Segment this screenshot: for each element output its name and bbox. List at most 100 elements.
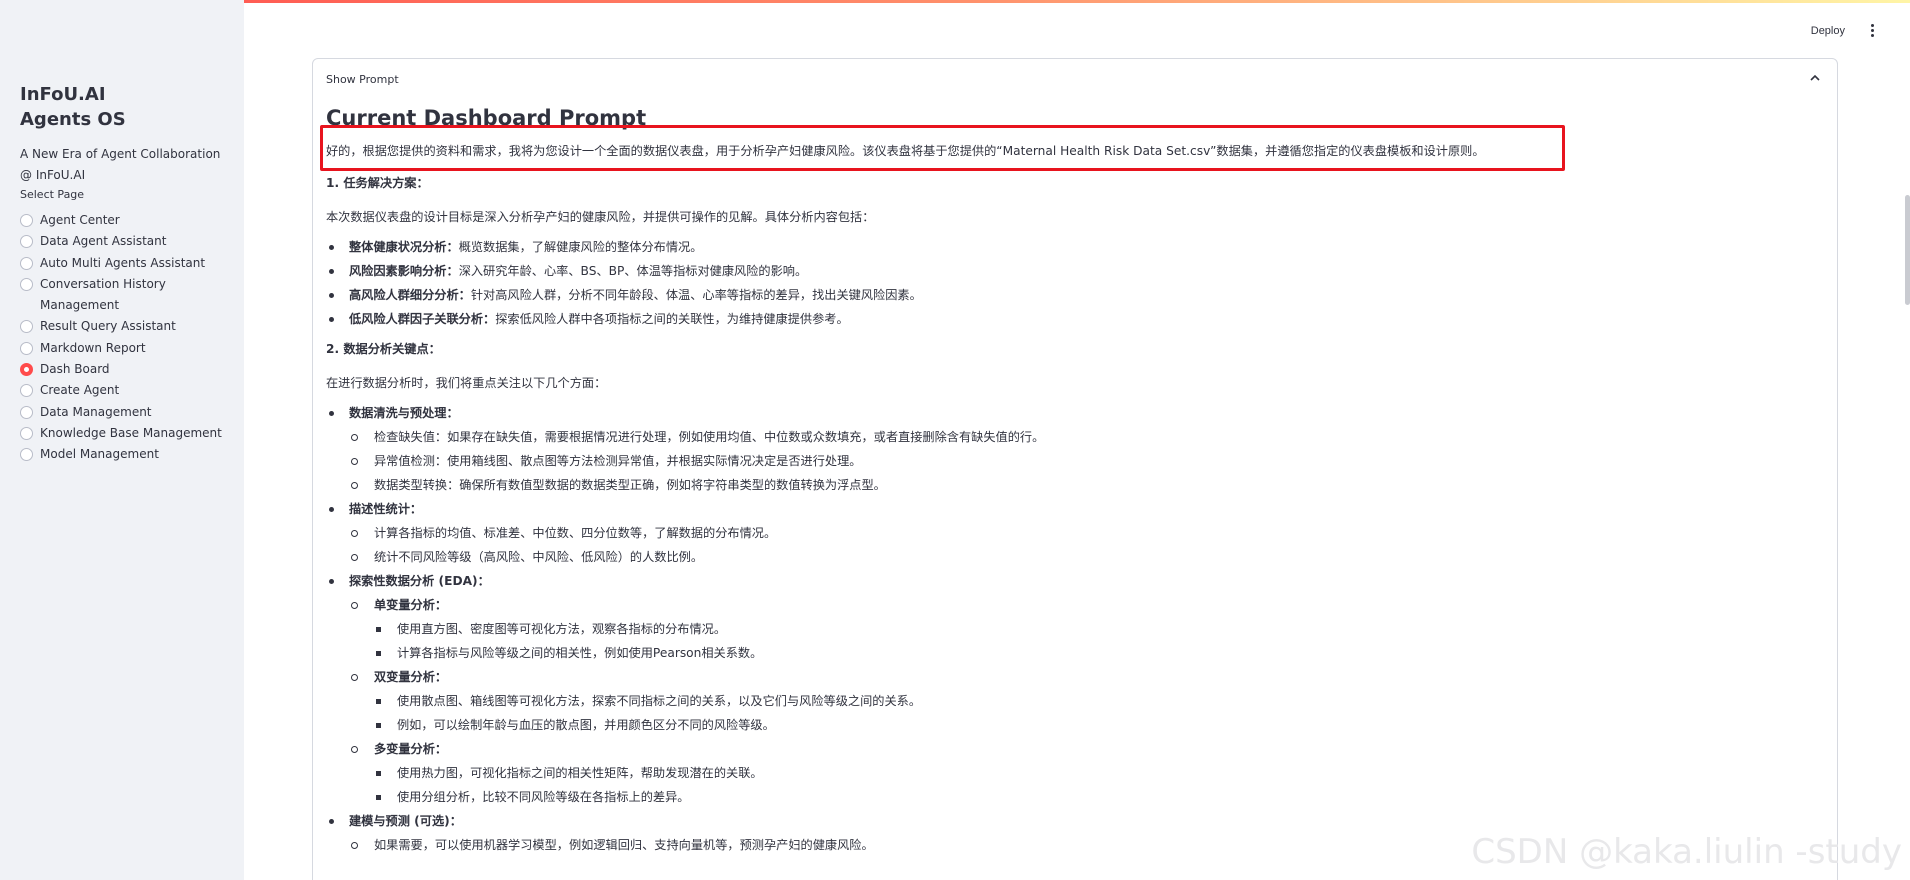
sub-sub-list: 使用直方图、密度图等可视化方法，观察各指标的分布情况。 计算各指标与风险等级之间… [374, 617, 1816, 665]
list-item: 高风险人群细分分析：针对高风险人群，分析不同年龄段、体温、心率等指标的差异，找出… [326, 283, 1816, 307]
chevron-up-icon[interactable] [1809, 72, 1821, 84]
nav-item-create-agent[interactable]: Create Agent [20, 380, 235, 401]
nav-item-label: Create Agent [40, 383, 120, 398]
sub-list-item-bivariate: 双变量分析： 使用散点图、箱线图等可视化方法，探索不同指标之间的关系，以及它们与… [349, 665, 1816, 737]
radio-icon[interactable] [20, 214, 33, 227]
nav-item-data-agent-assistant[interactable]: Data Agent Assistant [20, 231, 235, 252]
sub-sub-list-item: 使用散点图、箱线图等可视化方法，探索不同指标之间的关系，以及它们与风险等级之间的… [374, 689, 1816, 713]
nav-item-dash-board[interactable]: Dash Board [20, 359, 235, 380]
item-label: 描述性统计： [349, 502, 423, 516]
section-2-list: 数据清洗与预处理： 检查缺失值：如果存在缺失值，需要根据情况进行处理，例如使用均… [326, 401, 1816, 857]
sub-sub-list-item: 计算各指标与风险等级之间的相关性，例如使用Pearson相关系数。 [374, 641, 1816, 665]
app-tagline: A New Era of Agent Collaboration @ InFoU… [20, 147, 221, 182]
radio-icon[interactable] [20, 341, 33, 355]
radio-icon[interactable] [20, 320, 33, 334]
item-label: 建模与预测 (可选)： [349, 814, 462, 828]
item-label: 单变量分析： [374, 598, 448, 612]
radio-icon[interactable] [20, 235, 33, 249]
list-item-descriptive: 描述性统计： 计算各指标的均值、标准差、中位数、四分位数等，了解数据的分布情况。… [326, 497, 1816, 569]
expander-label: Show Prompt [326, 73, 399, 86]
sub-list-item: 统计不同风险等级（高风险、中风险、低风险）的人数比例。 [349, 545, 1816, 569]
nav-item-agent-center[interactable]: Agent Center [20, 210, 235, 231]
select-page-label: Select Page [20, 188, 85, 201]
nav-item-label: Result Query Assistant [40, 319, 176, 334]
watermark-text: CSDN @kaka.liulin -study [1471, 832, 1902, 872]
item-label: 数据清洗与预处理： [349, 406, 459, 420]
sub-sub-list-item: 使用分组分析，比较不同风险等级在各指标上的差异。 [374, 785, 1816, 809]
nav-item-result-query-assistant[interactable]: Result Query Assistant [20, 316, 235, 337]
radio-icon[interactable] [20, 448, 33, 462]
nav-item-label: Data Management [40, 404, 152, 419]
item-label: 整体健康状况分析： [349, 240, 459, 254]
radio-selected-icon[interactable] [20, 363, 33, 377]
section-2-title: 2. 数据分析关键点： [326, 342, 441, 356]
nav-item-markdown-report[interactable]: Markdown Report [20, 338, 235, 359]
section-2-description: 在进行数据分析时，我们将重点关注以下几个方面： [326, 376, 607, 390]
item-label: 风险因素影响分析： [349, 264, 459, 278]
sidebar: InFoU.AI Agents OS A New Era of Agent Co… [0, 0, 244, 880]
radio-icon[interactable] [20, 277, 33, 291]
sub-list: 单变量分析： 使用直方图、密度图等可视化方法，观察各指标的分布情况。 计算各指标… [349, 593, 1816, 809]
top-accent-bar [0, 0, 1910, 3]
list-item: 风险因素影响分析：深入研究年龄、心率、BS、BP、体温等指标对健康风险的影响。 [326, 259, 1816, 283]
sub-list-item-univariate: 单变量分析： 使用直方图、密度图等可视化方法，观察各指标的分布情况。 计算各指标… [349, 593, 1816, 665]
nav-item-label: Markdown Report [40, 340, 146, 355]
list-item: 低风险人群因子关联分析：探索低风险人群中各项指标之间的关联性，为维持健康提供参考… [326, 307, 1816, 331]
sub-list-item: 数据类型转换：确保所有数值型数据的数据类型正确，例如将字符串类型的数值转换为浮点… [349, 473, 1816, 497]
nav-item-label: Model Management [40, 447, 159, 462]
radio-icon[interactable] [20, 405, 33, 419]
nav-item-label: Data Agent Assistant [40, 234, 167, 249]
radio-icon[interactable] [20, 256, 33, 270]
item-label: 低风险人群因子关联分析： [349, 312, 496, 326]
section-1-description: 本次数据仪表盘的设计目标是深入分析孕产妇的健康风险，并提供可操作的见解。具体分析… [326, 210, 875, 224]
item-text: 探索低风险人群中各项指标之间的关联性，为维持健康提供参考。 [495, 312, 849, 326]
sub-list-item: 异常值检测：使用箱线图、散点图等方法检测异常值，并根据实际情况决定是否进行处理。 [349, 449, 1816, 473]
kebab-menu-icon[interactable] [1865, 20, 1880, 41]
item-label: 多变量分析： [374, 742, 448, 756]
section-1-title: 1. 任务解决方案： [326, 176, 429, 190]
list-item: 整体健康状况分析：概览数据集，了解健康风险的整体分布情况。 [326, 235, 1816, 259]
radio-icon[interactable] [20, 384, 33, 398]
item-text: 概览数据集，了解健康风险的整体分布情况。 [458, 240, 703, 254]
nav-item-data-management[interactable]: Data Management [20, 402, 235, 423]
sub-sub-list-item: 例如，可以绘制年龄与血压的散点图，并用颜色区分不同的风险等级。 [374, 713, 1816, 737]
nav-item-model-management[interactable]: Model Management [20, 444, 235, 465]
sub-list-item: 检查缺失值：如果存在缺失值，需要根据情况进行处理，例如使用均值、中位数或众数填充… [349, 425, 1816, 449]
page-radio-group: Agent Center Data Agent Assistant Auto M… [20, 210, 235, 466]
brand-line-1: InFoU.AI [20, 84, 106, 105]
nav-item-label: Agent Center [40, 213, 120, 227]
item-text: 深入研究年龄、心率、BS、BP、体温等指标对健康风险的影响。 [458, 264, 808, 278]
list-item-eda: 探索性数据分析 (EDA)： 单变量分析： 使用直方图、密度图等可视化方法，观察… [326, 569, 1816, 809]
red-highlight-rectangle [320, 125, 1565, 171]
item-label: 探索性数据分析 (EDA)： [349, 574, 490, 588]
sub-list: 计算各指标的均值、标准差、中位数、四分位数等，了解数据的分布情况。 统计不同风险… [349, 521, 1816, 569]
item-label: 高风险人群细分分析： [349, 288, 471, 302]
section-1-list: 整体健康状况分析：概览数据集，了解健康风险的整体分布情况。 风险因素影响分析：深… [326, 235, 1816, 331]
sub-sub-list-item: 使用直方图、密度图等可视化方法，观察各指标的分布情况。 [374, 617, 1816, 641]
header-actions: Deploy [1809, 20, 1880, 41]
expander-header[interactable]: Show Prompt [313, 59, 1837, 97]
page-scrollbar[interactable] [1905, 195, 1910, 305]
sub-list-item-multivariate: 多变量分析： 使用热力图，可视化指标之间的相关性矩阵，帮助发现潜在的关联。 使用… [349, 737, 1816, 809]
brand-line-2: Agents OS [20, 109, 126, 130]
sub-sub-list: 使用热力图，可视化指标之间的相关性矩阵，帮助发现潜在的关联。 使用分组分析，比较… [374, 761, 1816, 809]
sub-list: 检查缺失值：如果存在缺失值，需要根据情况进行处理，例如使用均值、中位数或众数填充… [349, 425, 1816, 497]
nav-item-knowledge-base-management[interactable]: Knowledge Base Management [20, 423, 235, 444]
intro-highlight-box: 好的，根据您提供的资料和需求，我将为您设计一个全面的数据仪表盘，用于分析孕产妇健… [320, 125, 1565, 171]
sub-sub-list: 使用散点图、箱线图等可视化方法，探索不同指标之间的关系，以及它们与风险等级之间的… [374, 689, 1816, 737]
nav-item-label: Dash Board [40, 362, 110, 377]
app-brand: InFoU.AI Agents OS [20, 82, 126, 132]
item-text: 针对高风险人群，分析不同年龄段、体温、心率等指标的差异，找出关键风险因素。 [470, 288, 922, 302]
nav-item-label: Knowledge Base Management [40, 425, 222, 440]
nav-item-conversation-history[interactable]: Conversation History Management [20, 274, 235, 317]
show-prompt-expander: Show Prompt Current Dashboard Prompt 好的，… [312, 58, 1838, 880]
list-item-cleaning: 数据清洗与预处理： 检查缺失值：如果存在缺失值，需要根据情况进行处理，例如使用均… [326, 401, 1816, 497]
sub-list-item: 计算各指标的均值、标准差、中位数、四分位数等，了解数据的分布情况。 [349, 521, 1816, 545]
sub-sub-list-item: 使用热力图，可视化指标之间的相关性矩阵，帮助发现潜在的关联。 [374, 761, 1816, 785]
deploy-button[interactable]: Deploy [1809, 21, 1847, 41]
nav-item-label: Conversation History Management [40, 276, 166, 313]
item-label: 双变量分析： [374, 670, 448, 684]
nav-item-auto-multi-agents-assistant[interactable]: Auto Multi Agents Assistant [20, 253, 235, 274]
prompt-content: Current Dashboard Prompt 好的，根据您提供的资料和需求，… [320, 105, 1816, 857]
radio-icon[interactable] [20, 426, 33, 440]
